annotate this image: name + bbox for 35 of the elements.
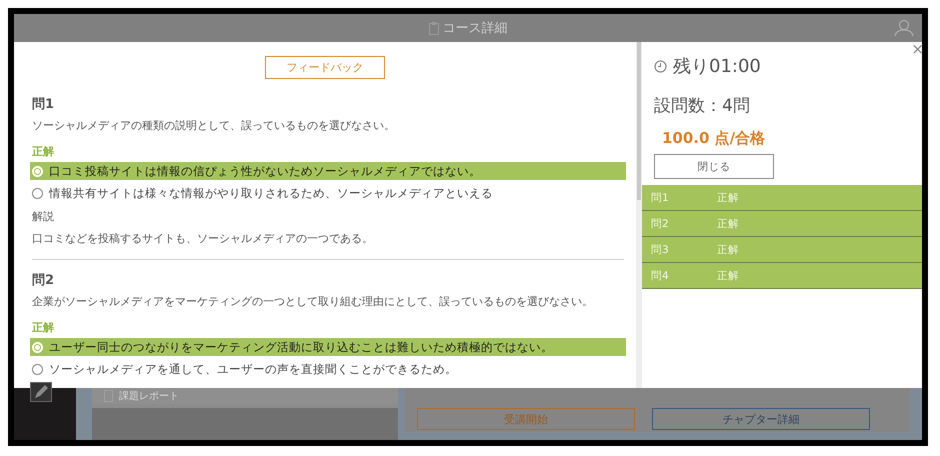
option-text: ソーシャルメディアを通して、ユーザーの声を直接聞くことができるため。 bbox=[49, 362, 457, 376]
answer-label: 正解 bbox=[32, 320, 55, 335]
option-text: 口コミ投稿サイトは情報の信ぴょう性がないためソーシャルメディアではない。 bbox=[49, 164, 481, 178]
question-label: 問1 bbox=[650, 190, 670, 204]
score-result: 100.0 点/合格 bbox=[662, 129, 766, 148]
explanation-text: 口コミなどを投稿するサイトも、ソーシャルメディアの一つである。 bbox=[32, 231, 374, 246]
result-label: 正解 bbox=[717, 190, 739, 204]
chapter-details-button[interactable]: チャプター詳細 bbox=[652, 408, 870, 430]
remaining-time: 残り01:00 bbox=[673, 55, 761, 78]
option-text: ユーザー同士のつながりをマーケティング活動に取り込むことは難しいため積極的ではない。 bbox=[49, 340, 553, 354]
user-icon[interactable] bbox=[894, 19, 914, 37]
question-number: 問1 bbox=[32, 96, 56, 113]
radio-button[interactable] bbox=[32, 364, 43, 374]
close-button[interactable]: 閉じる bbox=[654, 154, 774, 179]
explanation-label: 解説 bbox=[32, 209, 55, 224]
question-text: ソーシャルメディアの種類の説明として、誤っているものを選びなさい。 bbox=[32, 118, 396, 133]
scrollbar[interactable] bbox=[636, 42, 642, 388]
answer-label: 正解 bbox=[32, 144, 55, 159]
question-text: 企業がソーシャルメディアをマーケティングの一つとして取り組む理由にとして、誤っているものを選びなさい。 bbox=[32, 294, 594, 309]
clock-icon bbox=[654, 60, 667, 72]
result-label: 正解 bbox=[717, 268, 739, 282]
question-number: 問2 bbox=[32, 272, 56, 289]
feedback-button[interactable]: フィードバック bbox=[265, 56, 385, 79]
question-label: 問3 bbox=[650, 242, 670, 256]
question-count: 設問数：4問 bbox=[654, 95, 751, 117]
clipboard-icon bbox=[428, 22, 438, 34]
pencil-icon bbox=[30, 382, 52, 402]
result-label: 正解 bbox=[717, 216, 739, 230]
radio-button[interactable] bbox=[32, 188, 43, 198]
question-label: 問2 bbox=[650, 216, 670, 230]
start-button[interactable]: 受講開始 bbox=[417, 408, 635, 430]
option-text: 情報共有サイトは様々な情報がやり取りされるため、ソーシャルメディアといえる bbox=[49, 186, 493, 200]
question-label: 問4 bbox=[650, 268, 670, 282]
result-label: 正解 bbox=[717, 242, 739, 256]
window-title: コース詳細 bbox=[442, 20, 508, 37]
